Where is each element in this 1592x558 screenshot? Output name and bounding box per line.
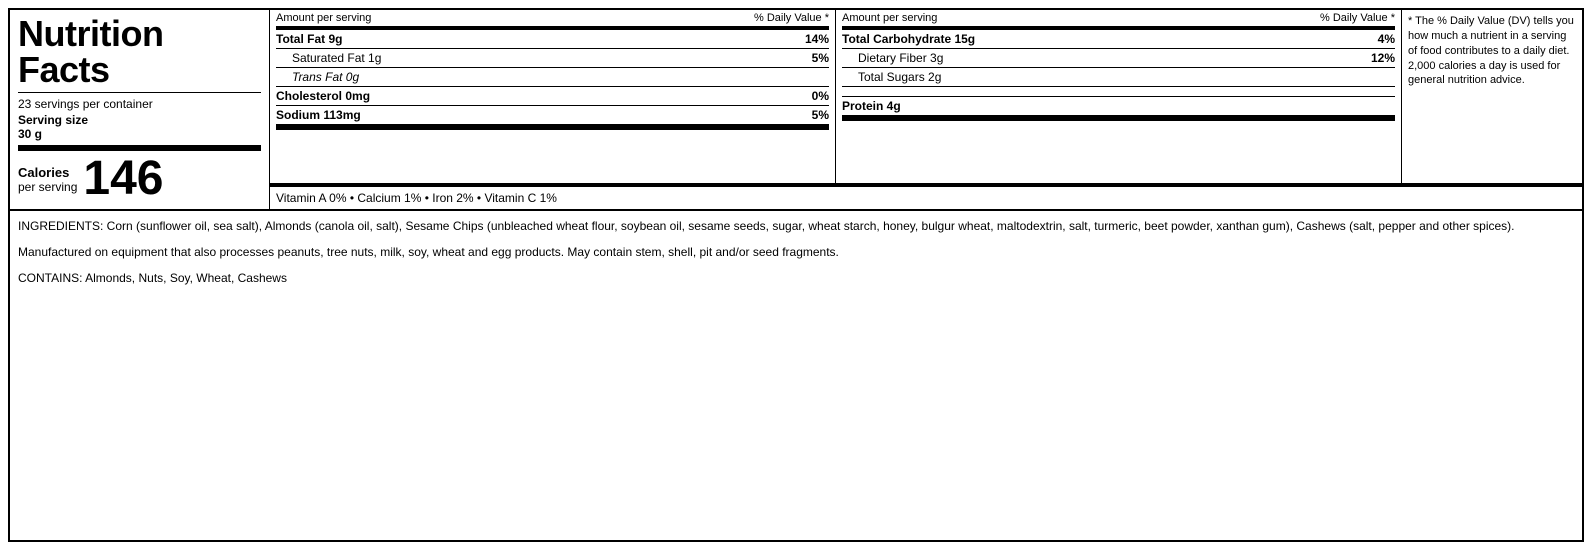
dietary-fiber-row: Dietary Fiber 3g 12% <box>842 49 1395 68</box>
manufactured-text: Manufactured on equipment that also proc… <box>18 243 1574 261</box>
dietary-fiber-label: Dietary Fiber 3g <box>842 51 943 65</box>
sodium-label: Sodium 113mg <box>276 108 361 122</box>
saturated-fat-row: Saturated Fat 1g 5% <box>276 49 829 68</box>
saturated-fat-label: Saturated Fat 1g <box>276 51 381 65</box>
vitamins-section: Vitamin A 0% • Calcium 1% • Iron 2% • Vi… <box>270 183 1582 209</box>
panels-top: Amount per serving % Daily Value * Total… <box>270 10 1582 183</box>
bottom-section: INGREDIENTS: Corn (sunflower oil, sea sa… <box>10 211 1582 293</box>
footnote-text: * The % Daily Value (DV) tells you how m… <box>1408 15 1574 86</box>
panels-wrapper: Amount per serving % Daily Value * Total… <box>270 10 1582 209</box>
servings-per-container: 23 servings per container <box>18 97 261 111</box>
trans-fat-row: Trans Fat 0g <box>276 68 829 87</box>
calories-number: 146 <box>83 155 163 203</box>
calories-section: Calories per serving 146 <box>18 155 261 203</box>
trans-fat-label: Trans Fat 0g <box>276 70 359 84</box>
total-carb-value: 4% <box>1378 32 1395 46</box>
calories-text-block: Calories per serving <box>18 165 77 194</box>
total-carb-label: Total Carbohydrate 15g <box>842 32 975 46</box>
amount-header-row-right: Amount per serving % Daily Value * <box>842 10 1395 30</box>
cholesterol-label: Cholesterol 0mg <box>276 89 370 103</box>
total-sugars-label: Total Sugars 2g <box>842 70 941 84</box>
spacer-row <box>842 87 1395 97</box>
cholesterol-value: 0% <box>812 89 829 103</box>
serving-size-label: Serving size 30 g <box>18 113 261 141</box>
left-panel: Nutrition Facts 23 servings per containe… <box>10 10 270 209</box>
calories-per-serving: per serving <box>18 180 77 194</box>
protein-label: Protein 4g <box>842 99 901 113</box>
total-fat-label: Total Fat 9g <box>276 32 342 46</box>
total-carb-row: Total Carbohydrate 15g 4% <box>842 30 1395 49</box>
nutrition-label: Nutrition Facts 23 servings per containe… <box>8 8 1584 542</box>
total-fat-value: 14% <box>805 32 829 46</box>
footnote-panel: * The % Daily Value (DV) tells you how m… <box>1402 10 1582 183</box>
vitamins-text: Vitamin A 0% • Calcium 1% • Iron 2% • Vi… <box>276 191 557 205</box>
total-sugars-row: Total Sugars 2g <box>842 68 1395 87</box>
saturated-fat-value: 5% <box>812 51 829 65</box>
cholesterol-row: Cholesterol 0mg 0% <box>276 87 829 106</box>
sodium-row: Sodium 113mg 5% <box>276 106 829 130</box>
protein-row: Protein 4g <box>842 97 1395 121</box>
contains-text: CONTAINS: Almonds, Nuts, Soy, Wheat, Cas… <box>18 269 1574 287</box>
ingredients-text: INGREDIENTS: Corn (sunflower oil, sea sa… <box>18 217 1574 235</box>
nutrition-facts-title: Nutrition Facts <box>18 16 261 88</box>
sodium-value: 5% <box>812 108 829 122</box>
dietary-fiber-value: 12% <box>1371 51 1395 65</box>
calories-label: Calories <box>18 165 77 180</box>
amount-header-row-left: Amount per serving % Daily Value * <box>276 10 829 30</box>
right-nutrient-panel: Amount per serving % Daily Value * Total… <box>836 10 1402 183</box>
total-fat-row: Total Fat 9g 14% <box>276 30 829 49</box>
left-nutrient-panel: Amount per serving % Daily Value * Total… <box>270 10 836 183</box>
